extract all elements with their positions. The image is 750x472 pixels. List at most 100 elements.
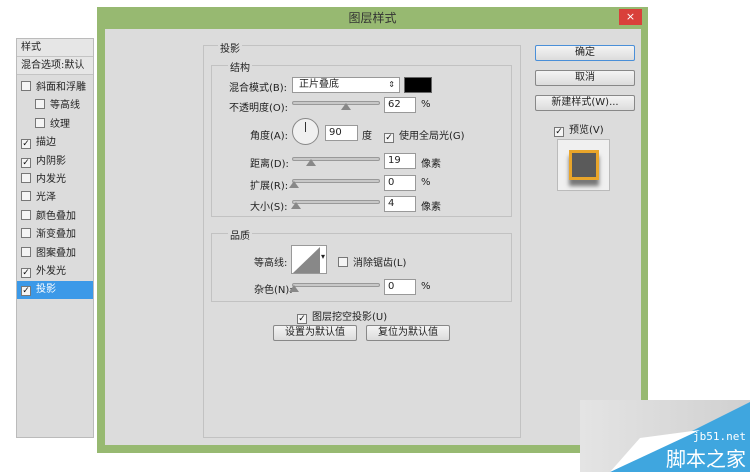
style-item[interactable]: 颜色叠加: [17, 208, 93, 226]
spread-slider[interactable]: [289, 179, 380, 188]
noise-slider[interactable]: [289, 283, 380, 292]
contour-label: 等高线:: [254, 258, 288, 269]
blend-mode-label: 混合模式(B):: [229, 83, 288, 94]
style-item-label: 内阴影: [36, 155, 66, 167]
select-arrows-icon: ⇕: [388, 80, 395, 89]
noise-unit: %: [421, 281, 431, 292]
linear-contour-icon: [293, 247, 320, 273]
close-button[interactable]: ×: [619, 9, 642, 25]
preview-swatch: [569, 150, 599, 180]
style-item[interactable]: 斜面和浮雕: [17, 79, 93, 97]
styles-header: 样式: [17, 39, 93, 57]
style-checkbox[interactable]: ✓: [21, 268, 31, 278]
noise-input[interactable]: 0: [384, 279, 416, 295]
noise-label: 杂色(N):: [254, 285, 293, 296]
style-item-label: 内发光: [36, 174, 66, 185]
style-checkbox[interactable]: [21, 246, 31, 257]
preview-checkbox[interactable]: ✓ 预览(V): [554, 121, 604, 137]
set-default-button[interactable]: 设置为默认值: [273, 325, 357, 341]
style-checkbox[interactable]: ✓: [21, 139, 31, 150]
global-light-label: 使用全局光(G): [399, 131, 465, 142]
distance-input[interactable]: 19: [384, 153, 416, 169]
structure-title: 结构: [228, 59, 252, 74]
antialias-checkbox[interactable]: 消除锯齿(L): [338, 254, 406, 269]
global-light-checkbox[interactable]: ✓ 使用全局光(G): [384, 127, 465, 143]
style-checkbox[interactable]: [21, 191, 31, 202]
slider-thumb[interactable]: [289, 181, 299, 188]
shadow-color-swatch[interactable]: [404, 77, 432, 93]
style-item-label: 纹理: [50, 118, 70, 130]
section-title: 投影: [218, 40, 242, 55]
angle-dial[interactable]: [292, 118, 319, 145]
style-item[interactable]: ✓ 内阴影: [17, 153, 93, 171]
style-item-label: 渐变叠加: [36, 229, 76, 241]
slider-thumb[interactable]: [289, 285, 299, 292]
angle-unit: 度: [362, 131, 372, 142]
style-item-label: 颜色叠加: [36, 210, 76, 222]
style-item[interactable]: 图案叠加: [17, 245, 93, 263]
style-item[interactable]: ✓ 描边: [17, 134, 93, 152]
style-item[interactable]: ✓ 投影: [17, 281, 93, 300]
style-item-label: 等高线: [50, 100, 80, 112]
styles-list: 样式 混合选项:默认 斜面和浮雕等高线纹理 ✓ 描边 ✓ 内阴影内发光光泽颜色叠加渐变叠…: [16, 38, 94, 438]
antialias-label: 消除锯齿(L): [353, 258, 407, 269]
style-item-label: 投影: [36, 284, 56, 296]
style-item[interactable]: ✓ 外发光: [17, 263, 93, 281]
style-checkbox[interactable]: [35, 99, 45, 110]
new-style-button[interactable]: 新建样式(W)...: [535, 95, 635, 111]
style-checkbox[interactable]: [21, 81, 31, 91]
angle-input[interactable]: 90: [325, 125, 358, 141]
size-input[interactable]: 4: [384, 196, 416, 212]
size-unit: 像素: [421, 202, 441, 213]
knockout-checkbox[interactable]: ✓ 图层挖空投影(U): [297, 308, 387, 324]
opacity-label: 不透明度(O):: [229, 103, 289, 114]
knockout-label: 图层挖空投影(U): [312, 312, 388, 323]
dialog-title: 图层样式: [348, 11, 397, 25]
style-item-label: 图案叠加: [36, 247, 76, 259]
blend-mode-select[interactable]: 正片叠底 ⇕: [292, 77, 400, 93]
opacity-slider[interactable]: [292, 101, 380, 110]
style-item[interactable]: 内发光: [17, 171, 93, 189]
cancel-button[interactable]: 取消: [535, 70, 635, 86]
style-item[interactable]: 光泽: [17, 189, 93, 207]
opacity-input[interactable]: 62: [384, 97, 416, 113]
size-slider[interactable]: [291, 200, 380, 209]
style-checkbox[interactable]: ✓: [21, 286, 31, 297]
style-checkbox[interactable]: [21, 209, 31, 220]
ok-button[interactable]: 确定: [535, 45, 635, 61]
style-checkbox[interactable]: [21, 173, 31, 183]
blend-mode-value: 正片叠底: [299, 79, 339, 90]
style-item-label: 斜面和浮雕: [36, 82, 86, 93]
preview-label: 预览(V): [569, 125, 604, 136]
quality-title: 品质: [228, 227, 252, 242]
reset-default-button[interactable]: 复位为默认值: [366, 325, 450, 341]
spread-input[interactable]: 0: [384, 175, 416, 191]
spread-label: 扩展(R):: [250, 181, 289, 192]
watermark-site: jb51.net: [693, 430, 746, 443]
watermark: jb51.net 脚本之家: [580, 400, 750, 472]
blending-options[interactable]: 混合选项:默认: [17, 57, 93, 75]
distance-unit: 像素: [421, 159, 441, 170]
slider-thumb[interactable]: [306, 159, 316, 166]
style-item[interactable]: 渐变叠加: [17, 226, 93, 244]
style-preview: [557, 139, 610, 191]
opacity-unit: %: [421, 99, 431, 110]
contour-picker[interactable]: ▾: [291, 245, 327, 274]
style-item-label: 外发光: [36, 266, 66, 277]
style-checkbox[interactable]: [21, 228, 31, 239]
style-checkbox[interactable]: ✓: [21, 157, 31, 168]
style-item[interactable]: 等高线: [17, 97, 93, 115]
distance-slider[interactable]: [292, 157, 380, 166]
dropdown-arrow-icon: ▾: [320, 252, 325, 261]
distance-label: 距离(D):: [250, 159, 289, 170]
style-item-label: 光泽: [36, 192, 56, 204]
watermark-name: 脚本之家: [666, 447, 746, 471]
style-item[interactable]: 纹理: [17, 116, 93, 134]
angle-label: 角度(A):: [250, 131, 289, 142]
slider-thumb[interactable]: [341, 103, 351, 110]
style-item-label: 描边: [36, 137, 56, 149]
spread-unit: %: [421, 177, 431, 188]
style-checkbox[interactable]: [35, 117, 45, 128]
slider-thumb[interactable]: [291, 202, 301, 209]
size-label: 大小(S):: [250, 202, 288, 213]
